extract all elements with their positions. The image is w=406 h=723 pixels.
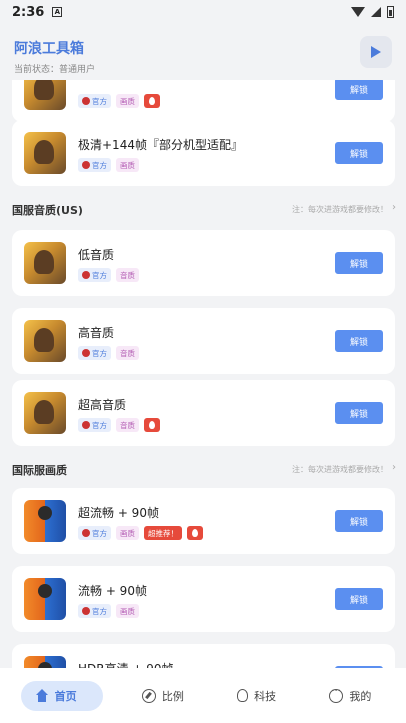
official-tag: 官方 [78, 604, 111, 618]
signal-icon [371, 7, 381, 17]
app-header: 阿浪工具箱 当前状态：普通用户 [0, 24, 406, 80]
unlock-button[interactable]: 解锁 [335, 402, 383, 424]
tag-row: 官方 画质 超推荐！ [78, 526, 203, 540]
section-title-cn-sound: 国服音质(US) [12, 204, 83, 217]
item-name: 高音质 [78, 326, 115, 340]
status-time: 2:36 [12, 4, 45, 20]
section-note[interactable]: 注：每次进游戏都要修改！ [292, 204, 388, 215]
item-card: 官方 画质 解锁 [12, 80, 395, 122]
play-icon [371, 46, 381, 58]
nav-item-more[interactable]: 我的 [315, 681, 385, 711]
tag-row: 官方 画质 [78, 604, 139, 618]
game-thumbnail [24, 500, 66, 542]
game-thumbnail [24, 656, 66, 668]
game-thumbnail [24, 132, 66, 174]
item-name: 极清+144帧『部分机型适配』 [78, 138, 243, 152]
game-thumbnail [24, 242, 66, 284]
item-card: 超高音质官方 音质 解锁 [12, 380, 395, 446]
sound-tag: 音质 [116, 346, 139, 360]
item-card: 低音质官方 音质 解锁 [12, 230, 395, 296]
app-title: 阿浪工具箱 [14, 41, 84, 57]
battery-icon [387, 6, 394, 18]
content-scroll[interactable]: 国服音质(US) 注：每次进游戏都要修改！ › 国际服画质 注：每次进游戏都要修改！ › 官… [0, 80, 406, 668]
item-card: 极清+144帧『部分机型适配』 官方 画质 解锁 [12, 120, 395, 186]
chevron-right-icon[interactable]: › [392, 462, 396, 473]
item-name: 低音质 [78, 248, 115, 262]
unlock-button[interactable]: 解锁 [335, 80, 383, 100]
status-bar: 2:36 A [0, 0, 406, 24]
official-logo-icon [82, 349, 90, 357]
section-title-intl-graphics: 国际服画质 [12, 464, 67, 477]
nav-label: 比例 [161, 689, 184, 703]
item-card: HDR高清 + 90帧官方画质解锁 [12, 644, 395, 668]
item-name: 超流畅 + 90帧 [78, 506, 159, 520]
home-icon [35, 688, 49, 703]
item-card: 高音质官方 音质 解锁 [12, 308, 395, 374]
more-icon [329, 686, 344, 703]
official-logo-icon [82, 607, 90, 615]
flame-shape [149, 97, 155, 105]
official-logo-icon [82, 161, 90, 169]
official-tag: 官方 [78, 418, 111, 432]
tag-row: 官方 音质 [78, 346, 139, 360]
super-recommend-tag: 超推荐！ [144, 526, 182, 540]
sound-tag: 音质 [116, 268, 139, 282]
tag-row: 官方 音质 [78, 418, 160, 432]
unlock-button[interactable]: 解锁 [335, 252, 383, 274]
flame-shape [192, 529, 198, 537]
item-name: HDR高清 + 90帧 [78, 660, 174, 668]
official-tag: 官方 [78, 268, 111, 282]
fire-icon [187, 526, 203, 540]
game-thumbnail [24, 320, 66, 362]
user-status: 当前状态：普通用户 [14, 65, 96, 75]
notification-a-icon: A [52, 7, 63, 17]
tag-row: 官方 画质 [78, 94, 160, 108]
nav-item-compass[interactable]: 比例 [128, 681, 198, 711]
game-thumbnail [24, 578, 66, 620]
nav-label: 首页 [54, 689, 77, 703]
wifi-icon [351, 7, 365, 17]
official-logo-icon [82, 529, 90, 537]
game-thumbnail [24, 80, 66, 110]
fire-icon [144, 418, 160, 432]
quality-tag: 画质 [116, 94, 139, 108]
tag-row: 官方 画质 [78, 158, 139, 172]
sound-tag: 音质 [116, 418, 139, 432]
flame-shape [149, 421, 155, 429]
quality-tag: 画质 [116, 158, 139, 172]
official-tag: 官方 [78, 94, 111, 108]
item-name: 流畅 + 90帧 [78, 584, 147, 598]
official-tag: 官方 [78, 346, 111, 360]
play-button[interactable] [360, 36, 392, 68]
nav-label: 我的 [349, 689, 372, 703]
quality-tag: 画质 [116, 604, 139, 618]
nav-item-home[interactable]: 首页 [20, 680, 103, 711]
official-tag: 官方 [78, 158, 111, 172]
item-card: 超流畅 + 90帧 官方 画质 超推荐！ 解锁 [12, 488, 395, 554]
section-note[interactable]: 注：每次进游戏都要修改！ [292, 464, 388, 475]
official-logo-icon [82, 271, 90, 279]
unlock-button[interactable]: 解锁 [335, 510, 383, 532]
official-tag: 官方 [78, 526, 111, 540]
nav-label: 科技 [254, 689, 277, 703]
tag-row: 官方 音质 [78, 268, 139, 282]
official-logo-icon [82, 97, 90, 105]
compass-icon [141, 688, 156, 703]
item-card: 流畅 + 90帧 官方 画质 解锁 [12, 566, 395, 632]
bottom-nav: 首页 比例 科技 我的 [0, 668, 406, 723]
official-logo-icon [82, 421, 90, 429]
unlock-button[interactable]: 解锁 [335, 142, 383, 164]
item-name: 超高音质 [78, 398, 127, 412]
fire-icon [144, 94, 160, 108]
unlock-button[interactable]: 解锁 [335, 330, 383, 352]
game-thumbnail [24, 392, 66, 434]
chevron-right-icon[interactable]: › [392, 202, 396, 213]
unlock-button[interactable]: 解锁 [335, 588, 383, 610]
nav-item-lightbulb[interactable]: 科技 [223, 681, 290, 711]
lightbulb-icon [237, 689, 249, 702]
quality-tag: 画质 [116, 526, 139, 540]
